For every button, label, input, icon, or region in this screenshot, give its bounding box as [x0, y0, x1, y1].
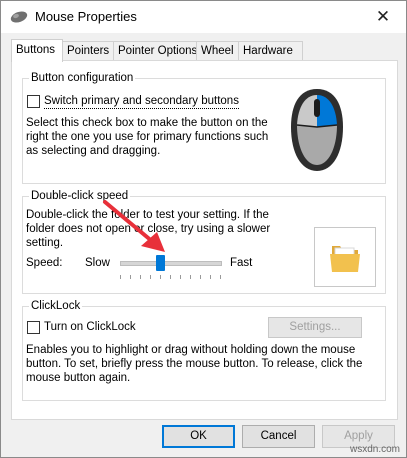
slider-tick — [210, 275, 211, 279]
tab-wheel[interactable]: Wheel — [196, 41, 241, 61]
clicklock-settings-button[interactable]: Settings... — [268, 317, 362, 338]
switch-buttons-label[interactable]: Switch primary and secondary buttons — [44, 94, 239, 109]
clicklock-description-line-3: mouse button again. — [26, 372, 131, 384]
test-folder-area[interactable] — [314, 227, 376, 287]
switch-buttons-checkbox[interactable] — [27, 95, 40, 108]
window-title: Mouse Properties — [35, 9, 137, 24]
double-click-description-line-3: setting. — [26, 237, 64, 249]
slider-tick — [120, 275, 121, 279]
slider-tick — [220, 275, 221, 279]
slider-tick — [170, 275, 171, 279]
button-config-description-line-1: Select this check box to make the button… — [26, 117, 268, 129]
clicklock-description-line-2: button. To set, briefly press the mouse … — [26, 358, 363, 370]
button-configuration-title: Button configuration — [29, 71, 136, 85]
tab-pointers[interactable]: Pointers — [62, 41, 116, 61]
close-icon[interactable]: ✕ — [360, 1, 406, 33]
clicklock-title: ClickLock — [29, 299, 83, 313]
slider-tick — [190, 275, 191, 279]
clicklock-description-line-1: Enables you to highlight or drag without… — [26, 344, 356, 356]
red-arrow-icon — [103, 200, 165, 252]
button-config-description-line-2: right the one you use for primary functi… — [26, 131, 269, 143]
clicklock-group: ClickLock Turn on ClickLock Settings... … — [22, 299, 386, 401]
clicklock-checkbox[interactable] — [27, 321, 40, 334]
tab-hardware[interactable]: Hardware — [238, 41, 303, 61]
mouse-icon — [291, 89, 343, 171]
slider-tick — [150, 275, 151, 279]
folder-icon[interactable] — [328, 242, 362, 274]
tab-buttons[interactable]: Buttons — [11, 39, 63, 62]
double-click-speed-group: Double-click speed Double-click the fold… — [22, 189, 386, 294]
turn-on-clicklock-label[interactable]: Turn on ClickLock — [44, 320, 136, 334]
mouse-app-icon — [10, 11, 28, 23]
cancel-button[interactable]: Cancel — [242, 425, 315, 448]
fast-label: Fast — [230, 257, 253, 269]
mouse-properties-window: Mouse Properties ✕ Buttons Pointers Poin… — [0, 0, 407, 458]
button-config-description-line-3: as selecting and dragging. — [26, 145, 161, 157]
speed-label: Speed: — [26, 257, 63, 269]
watermark-text: wsxdn.com — [349, 444, 400, 455]
tab-pointer-options[interactable]: Pointer Options — [113, 41, 199, 61]
title-bar: Mouse Properties ✕ — [1, 1, 406, 33]
ok-button[interactable]: OK — [162, 425, 235, 448]
slider-tick — [160, 275, 161, 279]
tab-panel-buttons: Button configuration Switch primary and … — [11, 60, 398, 420]
slider-tick — [180, 275, 181, 279]
slider-tick — [130, 275, 131, 279]
button-configuration-group: Button configuration Switch primary and … — [22, 71, 386, 184]
slider-tick — [140, 275, 141, 279]
slider-tick — [200, 275, 201, 279]
